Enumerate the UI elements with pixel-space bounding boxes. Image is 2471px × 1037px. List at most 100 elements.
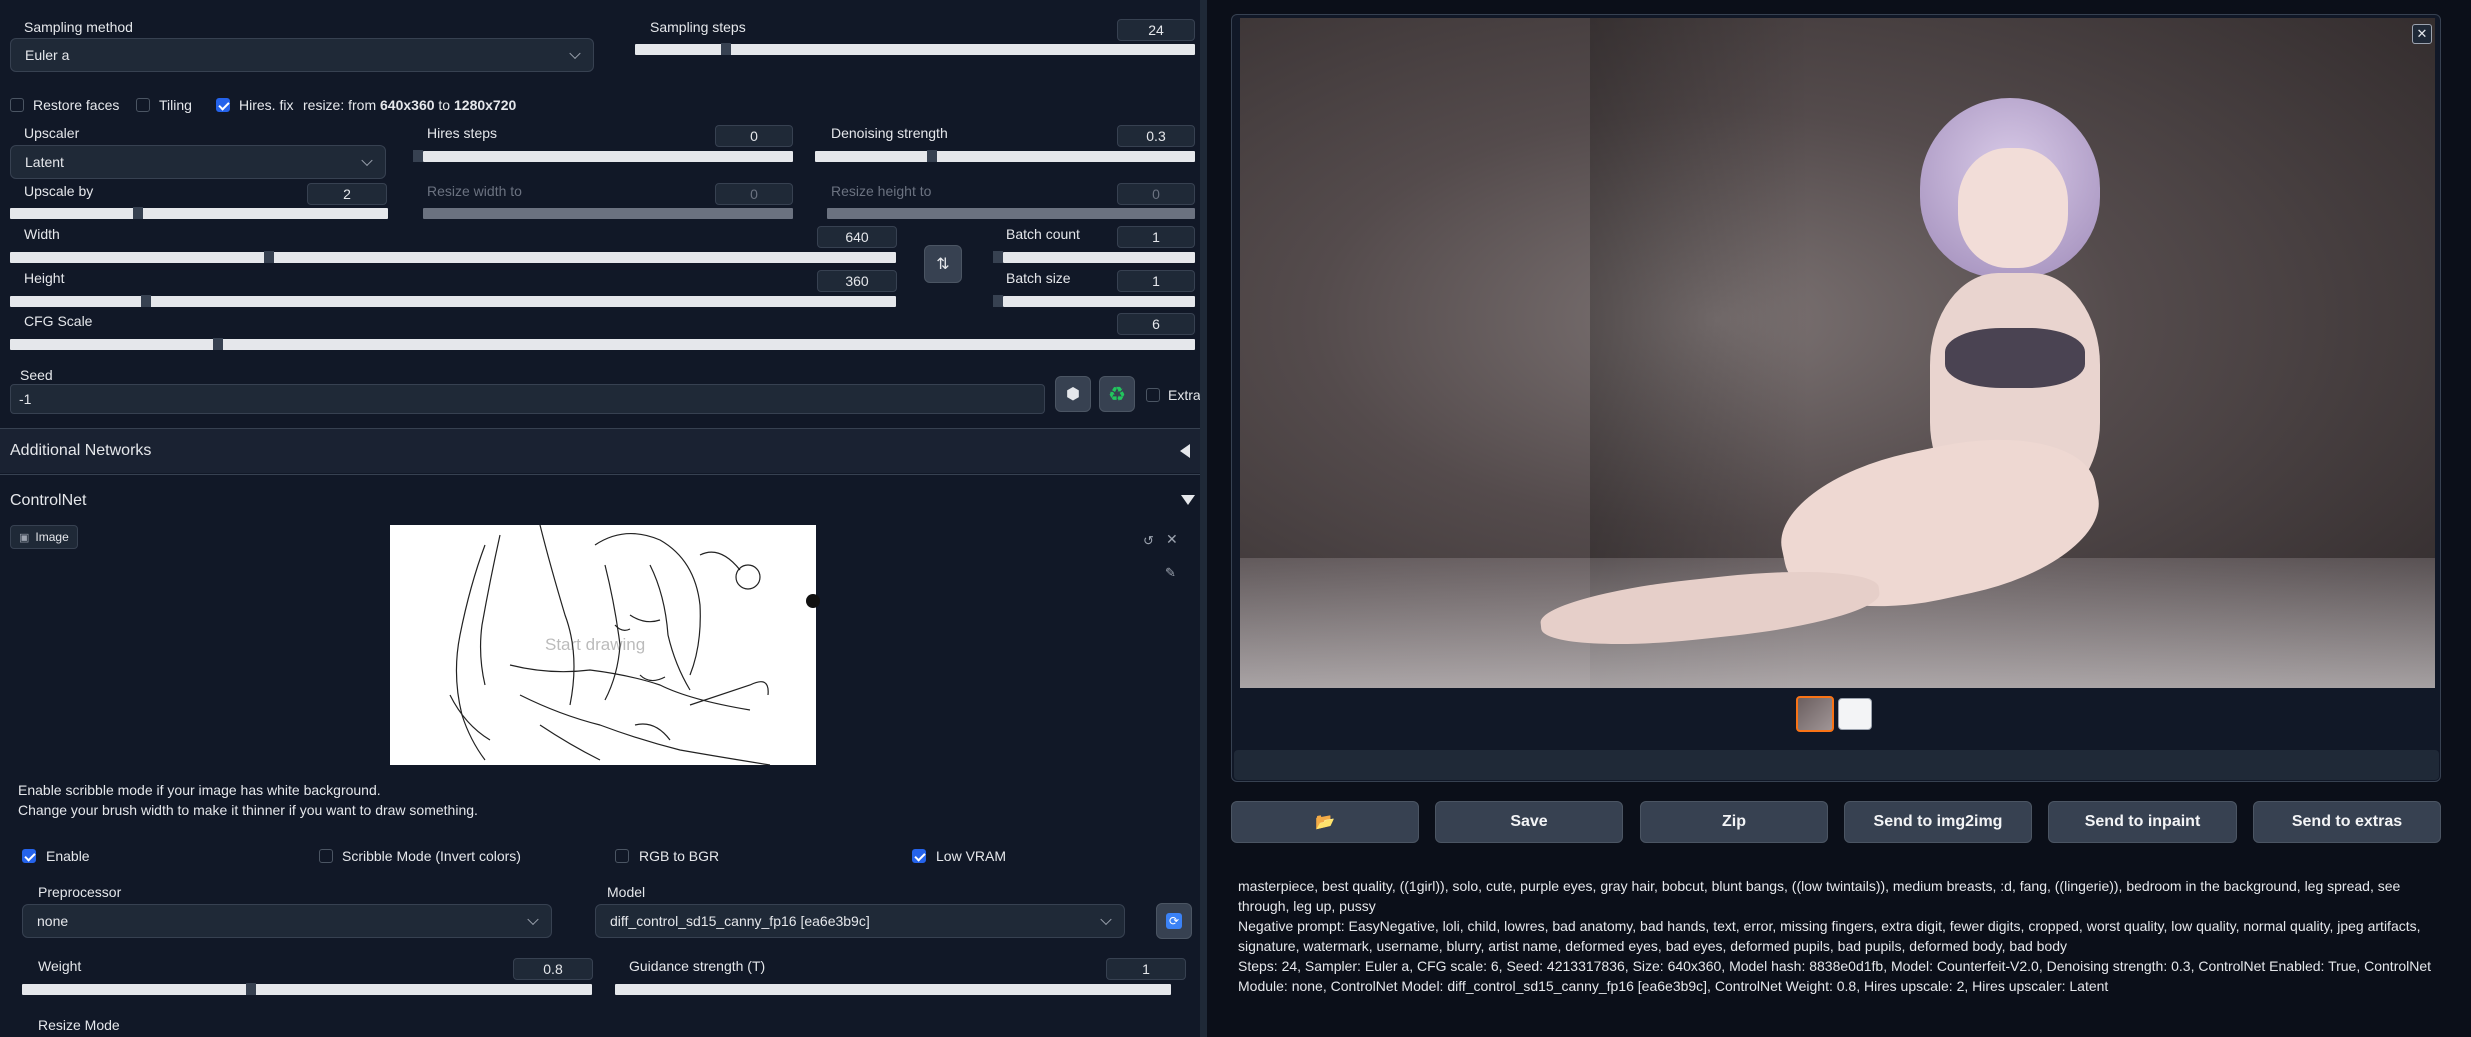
denoising-strength-input[interactable]: 0.3 bbox=[1117, 125, 1195, 147]
batch-count-slider[interactable] bbox=[1003, 252, 1195, 263]
scribble-mode-checkbox[interactable] bbox=[319, 849, 333, 863]
hires-steps-slider-thumb[interactable] bbox=[413, 150, 423, 162]
tiling-label: Tiling bbox=[159, 97, 192, 113]
restore-faces-checkbox[interactable] bbox=[10, 98, 24, 112]
height-label: Height bbox=[24, 270, 65, 286]
reuse-seed-button[interactable]: ♻ bbox=[1099, 376, 1135, 412]
resize-height-label: Resize height to bbox=[831, 183, 932, 199]
left-scrollbar[interactable] bbox=[1200, 0, 1207, 1037]
resize-width-input[interactable]: 0 bbox=[715, 183, 793, 205]
info-parameters: Steps: 24, Sampler: Euler a, CFG scale: … bbox=[1238, 958, 2432, 994]
upscale-by-input[interactable]: 2 bbox=[307, 183, 387, 205]
cfg-scale-slider-thumb[interactable] bbox=[213, 338, 223, 350]
refresh-models-button[interactable]: ⟳ bbox=[1156, 903, 1192, 939]
hires-steps-label: Hires steps bbox=[427, 125, 498, 141]
batch-count-slider-thumb[interactable] bbox=[993, 251, 1003, 263]
chevron-down-icon bbox=[361, 154, 373, 167]
width-slider[interactable] bbox=[10, 252, 896, 263]
sampling-steps-input[interactable]: 24 bbox=[1117, 19, 1195, 41]
upscale-by-slider[interactable] bbox=[10, 208, 388, 219]
close-icon[interactable]: ✕ bbox=[1166, 531, 1178, 548]
zip-button[interactable]: Zip bbox=[1640, 801, 1828, 843]
sampling-method-value: Euler a bbox=[25, 47, 70, 63]
seed-label: Seed bbox=[20, 367, 53, 383]
weight-slider-thumb[interactable] bbox=[246, 983, 256, 995]
additional-networks-header[interactable] bbox=[0, 429, 1207, 473]
chevron-down-icon bbox=[1100, 913, 1112, 926]
guidance-strength-slider[interactable] bbox=[615, 984, 1171, 995]
swap-dimensions-button[interactable]: ⇅ bbox=[924, 245, 962, 283]
model-value: diff_control_sd15_canny_fp16 [ea6e3b9c] bbox=[610, 913, 870, 929]
close-image-button[interactable]: ✕ bbox=[2412, 24, 2432, 44]
preprocessor-label: Preprocessor bbox=[38, 884, 122, 900]
hires-fix-checkbox[interactable] bbox=[216, 98, 230, 112]
random-seed-button[interactable]: ⬢ bbox=[1055, 376, 1091, 412]
guidance-strength-label: Guidance strength (T) bbox=[629, 958, 766, 974]
cfg-scale-input[interactable]: 6 bbox=[1117, 313, 1195, 335]
seed-input[interactable]: -1 bbox=[10, 384, 1045, 414]
low-vram-checkbox[interactable] bbox=[912, 849, 926, 863]
denoising-strength-slider-thumb[interactable] bbox=[927, 150, 937, 162]
dice-icon: ⬢ bbox=[1066, 386, 1080, 403]
resize-info: resize: from 640x360 to 1280x720 bbox=[303, 97, 517, 113]
rgb-to-bgr-label: RGB to BGR bbox=[639, 848, 720, 864]
sampling-steps-slider[interactable] bbox=[635, 44, 1195, 55]
sampling-method-select[interactable]: Euler a bbox=[10, 38, 594, 72]
resize-width-slider[interactable] bbox=[423, 208, 793, 219]
sampling-steps-slider-thumb[interactable] bbox=[721, 43, 731, 55]
batch-size-slider-thumb[interactable] bbox=[993, 295, 1003, 307]
cfg-scale-label: CFG Scale bbox=[24, 313, 93, 329]
preprocessor-value: none bbox=[37, 913, 69, 929]
open-folder-button[interactable]: 📂 bbox=[1231, 801, 1419, 843]
upscale-by-label: Upscale by bbox=[24, 183, 94, 199]
chevron-down-icon bbox=[527, 913, 539, 926]
height-slider-thumb[interactable] bbox=[141, 295, 151, 307]
guidance-strength-input[interactable]: 1 bbox=[1106, 958, 1186, 980]
width-slider-thumb[interactable] bbox=[264, 251, 274, 263]
width-input[interactable]: 640 bbox=[817, 226, 897, 248]
enable-checkbox[interactable] bbox=[22, 849, 36, 863]
send-to-img2img-button[interactable]: Send to img2img bbox=[1844, 801, 2032, 843]
weight-input[interactable]: 0.8 bbox=[513, 958, 593, 980]
preprocessor-select[interactable]: none bbox=[22, 904, 552, 938]
close-icon: ✕ bbox=[2416, 26, 2428, 41]
batch-size-slider[interactable] bbox=[1003, 296, 1195, 307]
upscale-by-slider-thumb[interactable] bbox=[133, 207, 143, 219]
tiling-checkbox[interactable] bbox=[136, 98, 150, 112]
chevron-down-icon bbox=[569, 47, 581, 60]
rgb-to-bgr-checkbox[interactable] bbox=[615, 849, 629, 863]
brush-icon[interactable]: ✎ bbox=[1165, 565, 1176, 581]
batch-count-input[interactable]: 1 bbox=[1117, 226, 1195, 248]
undo-icon[interactable]: ↺ bbox=[1143, 533, 1154, 549]
restore-faces-label: Restore faces bbox=[33, 97, 120, 113]
resize-height-input[interactable]: 0 bbox=[1117, 183, 1195, 205]
image-tab[interactable]: ▣ Image bbox=[10, 525, 78, 549]
thumbnail-selected[interactable] bbox=[1796, 696, 1834, 732]
resize-height-slider[interactable] bbox=[827, 208, 1195, 219]
send-to-inpaint-button[interactable]: Send to inpaint bbox=[2048, 801, 2237, 843]
controlnet-canvas[interactable]: Start drawing bbox=[390, 525, 816, 765]
denoising-strength-slider[interactable] bbox=[815, 151, 1195, 162]
generated-image[interactable] bbox=[1240, 18, 2435, 688]
send-to-extras-button[interactable]: Send to extras bbox=[2253, 801, 2441, 843]
brush-cursor bbox=[806, 594, 820, 608]
save-button[interactable]: Save bbox=[1435, 801, 1623, 843]
gallery-footer bbox=[1234, 750, 2439, 780]
hires-steps-input[interactable]: 0 bbox=[715, 125, 793, 147]
additional-networks-title: Additional Networks bbox=[10, 442, 152, 459]
upscaler-select[interactable]: Latent bbox=[10, 145, 386, 179]
batch-size-input[interactable]: 1 bbox=[1117, 270, 1195, 292]
model-select[interactable]: diff_control_sd15_canny_fp16 [ea6e3b9c] bbox=[595, 904, 1125, 938]
extra-seed-checkbox[interactable] bbox=[1146, 388, 1160, 402]
height-input[interactable]: 360 bbox=[817, 270, 897, 292]
controlnet-hint-2: Change your brush width to make it thinn… bbox=[18, 802, 478, 818]
collapse-down-icon[interactable] bbox=[1181, 495, 1195, 505]
hires-steps-slider[interactable] bbox=[423, 151, 793, 162]
thumbnail-sketch[interactable] bbox=[1838, 698, 1872, 730]
figure-face bbox=[1958, 148, 2068, 268]
cfg-scale-slider[interactable] bbox=[10, 339, 1195, 350]
upscaler-value: Latent bbox=[25, 154, 64, 170]
canvas-placeholder: Start drawing bbox=[545, 635, 646, 654]
collapse-left-icon[interactable] bbox=[1180, 444, 1190, 458]
weight-slider[interactable] bbox=[22, 984, 592, 995]
